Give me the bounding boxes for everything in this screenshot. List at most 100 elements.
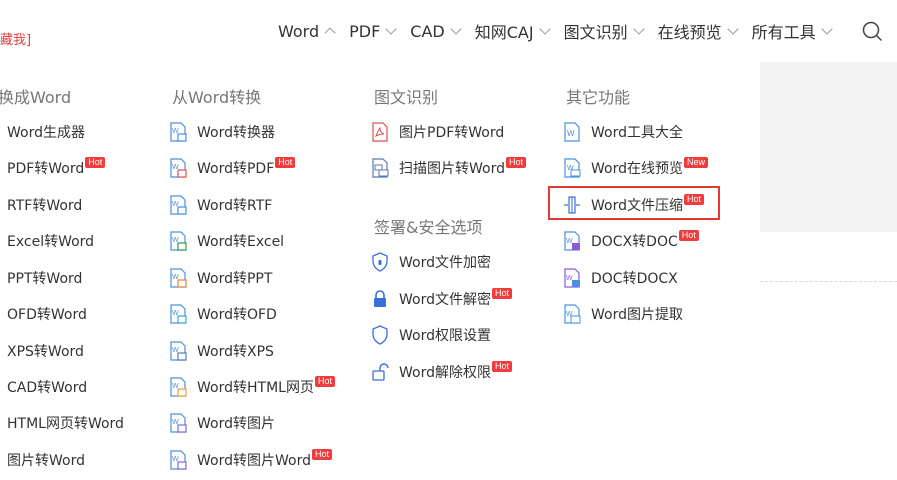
menu-item[interactable]: Word文件加密	[371, 251, 491, 273]
image-extract-icon: W	[564, 304, 581, 324]
nav-pdf[interactable]: PDF	[349, 21, 397, 41]
menu-item-label: Word转HTML网页	[197, 380, 314, 396]
word-convert-icon: W	[170, 341, 187, 361]
menu-item[interactable]: W Word转图片	[169, 412, 275, 434]
hot-badge: Hot	[491, 287, 512, 299]
menu-item[interactable]: W Word转Excel	[169, 230, 284, 252]
word-convert-icon: W	[170, 122, 187, 142]
menu-item-label: PPT转Word	[7, 271, 83, 287]
menu-item[interactable]: Excel转Word	[7, 230, 94, 252]
menu-item[interactable]: W Word转OFD	[169, 303, 277, 325]
menu-item[interactable]: RTF转Word	[7, 194, 82, 216]
nav-all-tools-label: 所有工具	[751, 23, 816, 42]
menu-item-label: XPS转Word	[7, 344, 84, 360]
hot-badge: Hot	[491, 360, 512, 372]
nav-cad-label: CAD	[410, 21, 445, 41]
menu-item[interactable]: W DOCX转DOC Hot	[563, 229, 699, 252]
menu-item-label: PDF转Word	[7, 161, 85, 177]
nav-preview-label: 在线预览	[657, 23, 722, 42]
menu-item[interactable]: W Word工具大全	[563, 121, 683, 143]
menu-item-label: Word转Excel	[197, 234, 285, 250]
docx-file-icon: W	[564, 231, 580, 251]
nav-ocr[interactable]: 图文识别	[564, 19, 645, 43]
menu-item[interactable]: W Word转RTF	[169, 194, 272, 216]
menu-item[interactable]: 扫描图片转Word Hot	[371, 156, 526, 179]
divider	[760, 281, 897, 282]
menu-item-label: 图片转Word	[7, 453, 85, 469]
nav-cad[interactable]: CAD	[410, 21, 462, 41]
menu-item-label: Word转XPS	[197, 344, 274, 360]
word-convert-icon: W	[170, 268, 187, 288]
svg-text:W: W	[567, 129, 575, 138]
bookmark-link[interactable]: 藏我]	[0, 29, 31, 48]
menu-item[interactable]: XPS转Word	[7, 340, 84, 362]
menu-item[interactable]: W Word转换器	[169, 121, 275, 143]
menu-item-label: Word文件解密	[399, 292, 491, 308]
new-badge: New	[683, 156, 708, 168]
menu-item[interactable]: W Word图片提取	[563, 303, 683, 325]
nav-word[interactable]: Word	[278, 21, 336, 41]
menu-item-label: Word转PPT	[197, 271, 273, 287]
hot-badge: Hot	[311, 448, 332, 460]
shield-icon	[372, 325, 388, 345]
menu-item-label: RTF转Word	[7, 198, 83, 214]
content-card	[760, 232, 897, 480]
menu-item[interactable]: Word生成器	[7, 121, 85, 143]
svg-text:W: W	[566, 275, 573, 282]
chevron-down-icon	[726, 23, 739, 35]
menu-item-label: DOCX转DOC	[591, 234, 678, 250]
menu-item[interactable]: PDF转Word Hot	[7, 156, 106, 179]
menu-item[interactable]: PPT转Word	[7, 267, 82, 289]
word-file-icon: W	[564, 122, 580, 142]
nav-word-label: Word	[278, 21, 320, 41]
hot-badge: Hot	[85, 156, 106, 168]
top-bar: 藏我] Word PDF CAD 知网CAJ 图文识别 在线预览 所有工具	[0, 0, 897, 62]
menu-item[interactable]: W Word转图片Word Hot	[169, 448, 332, 471]
menu-item[interactable]: OFD转Word	[7, 303, 87, 325]
menu-item[interactable]: W Word在线预览 New	[563, 156, 708, 179]
menu-item-label: Excel转Word	[7, 234, 95, 250]
menu-item[interactable]: W Word转HTML网页 Hot	[169, 375, 335, 398]
menu-item[interactable]: Word文件解密 Hot	[371, 287, 512, 310]
menu-item[interactable]: Word解除权限 Hot	[371, 360, 512, 383]
menu-item-label: Word在线预览	[591, 161, 683, 177]
nav-pdf-label: PDF	[349, 21, 381, 41]
chevron-down-icon	[538, 23, 551, 35]
nav-preview[interactable]: 在线预览	[657, 19, 739, 43]
menu-item[interactable]: 图片PDF转Word	[371, 121, 504, 143]
lock-icon	[374, 290, 386, 307]
word-dropdown-menu: 换成Word Word生成器 PDF转Word Hot RTF转Word Exce…	[0, 62, 760, 480]
security-heading: 签署&安全选项	[374, 218, 483, 237]
nav-caj[interactable]: 知网CAJ	[474, 19, 551, 43]
col2-heading: 从Word转换	[172, 88, 262, 107]
menu-item-label: Word解除权限	[399, 365, 491, 381]
menu-item[interactable]: W Word转PPT	[169, 267, 272, 289]
menu-item[interactable]: 图片转Word	[7, 449, 85, 471]
col3-heading: 图文识别	[374, 88, 439, 107]
scan-image-icon	[372, 158, 389, 178]
col1-heading: 换成Word	[0, 88, 72, 107]
chevron-down-icon	[450, 23, 462, 35]
unlock-icon	[372, 363, 389, 381]
shield-lock-icon	[372, 252, 388, 272]
hot-badge: Hot	[275, 156, 296, 168]
menu-item-label: HTML网页转Word	[7, 416, 124, 432]
word-convert-icon: W	[170, 450, 187, 470]
menu-item-label: Word转图片Word	[197, 453, 311, 469]
svg-text:W: W	[566, 238, 573, 245]
menu-item-label: 扫描图片转Word	[399, 161, 505, 177]
nav-all-tools[interactable]: 所有工具	[751, 19, 833, 43]
menu-item[interactable]: W Word转PDF Hot	[169, 156, 296, 179]
menu-item[interactable]: CAD转Word	[7, 376, 87, 398]
nav-caj-label: 知网CAJ	[474, 23, 534, 42]
menu-item-label: Word转RTF	[197, 198, 273, 214]
search-icon[interactable]	[862, 21, 882, 41]
col4-heading: 其它功能	[566, 88, 631, 107]
word-convert-icon: W	[170, 158, 187, 178]
menu-item[interactable]: Word权限设置	[371, 324, 491, 346]
menu-item[interactable]: HTML网页转Word	[7, 412, 124, 434]
menu-item[interactable]: W Word转XPS	[169, 340, 274, 362]
menu-item[interactable]: W DOC转DOCX	[563, 267, 678, 289]
main-nav: Word PDF CAD 知网CAJ 图文识别 在线预览 所有工具	[278, 20, 846, 42]
word-convert-icon: W	[170, 413, 187, 433]
